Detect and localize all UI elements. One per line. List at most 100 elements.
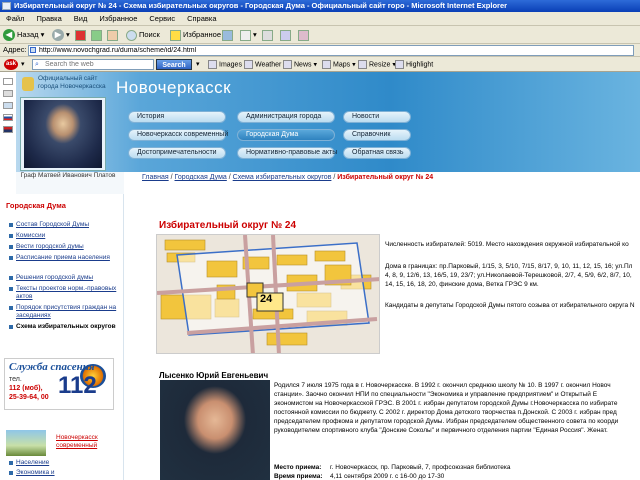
print-button[interactable]: [262, 28, 275, 42]
mail-button[interactable]: ▾: [240, 28, 257, 42]
refresh-button[interactable]: [91, 28, 104, 42]
address-bar: Адрес:: [0, 44, 640, 57]
candidate-bio-6: руководителем спортивного клуба "Донские…: [274, 427, 608, 434]
left-icon-strip: [0, 72, 16, 192]
ask-logo-icon[interactable]: ask: [4, 59, 18, 70]
menu-view[interactable]: Вид: [68, 12, 94, 23]
favorites-star-icon: [170, 29, 181, 41]
sidebar-link-news[interactable]: Вести городской думы: [9, 243, 120, 251]
images-icon: [208, 60, 217, 69]
houses-text-2: 4, 8, 9, 12/6, 13, 16/5, 19, 23/7; ул.Ни…: [385, 272, 632, 279]
messenger-icon: [298, 29, 309, 41]
candidate-bio-4: постоянной комиссии по бюджету. С 2002 г…: [274, 409, 617, 416]
history-button[interactable]: [222, 28, 235, 42]
menu-file[interactable]: Файл: [0, 12, 30, 23]
district-heading: Избирательный округ № 24: [159, 220, 297, 231]
breadcrumb-home[interactable]: Главная: [142, 174, 169, 181]
platov-portrait: [24, 100, 102, 168]
sitemap-icon[interactable]: [3, 102, 13, 109]
candidate-bio-2: станции». Заочно окончил НПИ по специаль…: [274, 391, 598, 398]
sidebar-link-decisions[interactable]: Решения городской думы: [9, 274, 120, 282]
dropdown-icon[interactable]: ▾: [21, 60, 25, 68]
highlight-icon: [395, 60, 404, 69]
nav-sights[interactable]: Достопримечательности: [128, 147, 226, 159]
menu-edit[interactable]: Правка: [30, 12, 67, 23]
sidebar-link-drafts[interactable]: Тексты проектов норм.-правовых актов: [9, 285, 120, 301]
nav-city-duma[interactable]: Городская Дума: [237, 129, 335, 141]
nav-news[interactable]: Новости: [343, 111, 411, 123]
forward-button[interactable]: ▶ ▾: [52, 28, 70, 42]
weather-button[interactable]: Weather: [244, 60, 281, 69]
weather-icon: [244, 60, 253, 69]
maps-icon: [322, 60, 331, 69]
reception-place: г. Новочеркасск, пр. Парковый, 7, профсо…: [330, 464, 511, 471]
edit-icon: [280, 29, 291, 41]
mail-small-icon[interactable]: [3, 90, 13, 97]
web-search-button[interactable]: Search: [156, 59, 192, 70]
district-map[interactable]: 24: [156, 234, 380, 354]
messenger-button[interactable]: [298, 28, 311, 42]
candidate-photo: [160, 380, 270, 480]
sidebar-link-economy[interactable]: Экономика и: [9, 469, 55, 476]
sidebar-link-reception[interactable]: Расписание приема населения: [9, 254, 120, 262]
nav-directory[interactable]: Справочник: [343, 129, 411, 141]
sidebar-link-population[interactable]: Население: [8, 459, 49, 466]
reception-time: 4,11 сентября 2009 г. с 16-00 до 17-30: [330, 473, 445, 480]
sidebar-link-current[interactable]: Схема избирательных округов: [9, 323, 120, 331]
web-search-input[interactable]: [32, 59, 154, 70]
address-input[interactable]: [28, 45, 634, 56]
sidebar-link-attendance[interactable]: Порядок присутствия граждан на заседания…: [9, 304, 120, 320]
banner-line1: тел.: [9, 376, 22, 383]
highlight-button[interactable]: Highlight: [395, 60, 433, 69]
nav-administration[interactable]: Администрация города: [237, 111, 335, 123]
candidate-bio-5: председателем профкома и депутатом город…: [274, 418, 619, 425]
mail-icon: [240, 29, 251, 41]
breadcrumb-scheme[interactable]: Схема избирательных округов: [233, 174, 332, 181]
stop-button[interactable]: [75, 28, 88, 42]
edit-button[interactable]: [280, 28, 293, 42]
forward-arrow-icon: ▶: [52, 29, 64, 42]
back-button[interactable]: ◀ Назад ▾: [3, 28, 44, 42]
search-toolbar: ask ▾ ⌕ Search ▾ Images Weather News ▾ M…: [0, 57, 640, 72]
menu-help[interactable]: Справка: [181, 12, 222, 23]
nav-legal-acts[interactable]: Нормативно-правовые акты: [237, 147, 337, 159]
site-title[interactable]: Новочеркасск: [116, 78, 231, 98]
reception-time-label: Время приема:: [274, 473, 323, 480]
news-icon: [283, 60, 292, 69]
menu-favorites[interactable]: Избранное: [93, 12, 143, 23]
search-options-icon[interactable]: ▾: [196, 60, 200, 68]
portrait-caption: Граф Матвей Иванович Платов: [20, 172, 116, 179]
resize-button[interactable]: Resize ▾: [358, 60, 396, 69]
city-crest-icon: [22, 77, 34, 91]
russian-flag-icon[interactable]: [3, 114, 13, 121]
english-flag-icon[interactable]: [3, 126, 13, 133]
maps-button[interactable]: Maps ▾: [322, 60, 356, 69]
breadcrumb-current: Избирательный округ № 24: [337, 174, 434, 181]
stop-icon: [75, 29, 86, 41]
houses-text-1: Дома в границах: пр.Парковый, 1/15, 3, 5…: [385, 263, 633, 270]
nav-history[interactable]: История: [128, 111, 226, 123]
menu-bar: Файл Правка Вид Избранное Сервис Справка: [0, 12, 640, 26]
nav-modern-city[interactable]: Новочеркасск современный: [128, 129, 228, 141]
novocherkassk-thumbnail[interactable]: [6, 430, 46, 456]
candidate-name: Лысенко Юрий Евгеньевич: [159, 371, 269, 380]
home-small-icon[interactable]: [3, 78, 13, 85]
candidates-text: Кандидаты в депутаты Городской Думы пято…: [385, 302, 635, 309]
home-button[interactable]: [107, 28, 120, 42]
history-icon: [222, 29, 233, 41]
images-button[interactable]: Images: [208, 60, 242, 69]
favorites-button[interactable]: Избранное: [170, 28, 221, 42]
nav-feedback[interactable]: Обратная связь: [343, 147, 411, 159]
search-toolbar-button[interactable]: Поиск: [126, 28, 160, 42]
print-icon: [262, 29, 273, 41]
reception-place-label: Место приема:: [274, 464, 322, 471]
news-button[interactable]: News ▾: [283, 60, 317, 69]
sidebar-link-commissions[interactable]: Комиссии: [9, 232, 120, 240]
banner-number: 112: [58, 372, 97, 399]
breadcrumb-duma[interactable]: Городская Дума: [175, 174, 227, 181]
sidebar-link-modern-city[interactable]: Новочеркасск современный: [56, 434, 116, 450]
resize-icon: [358, 60, 367, 69]
sidebar-link-composition[interactable]: Состав Городской Думы: [9, 221, 120, 229]
address-label: Адрес:: [3, 45, 27, 54]
menu-tools[interactable]: Сервис: [143, 12, 181, 23]
